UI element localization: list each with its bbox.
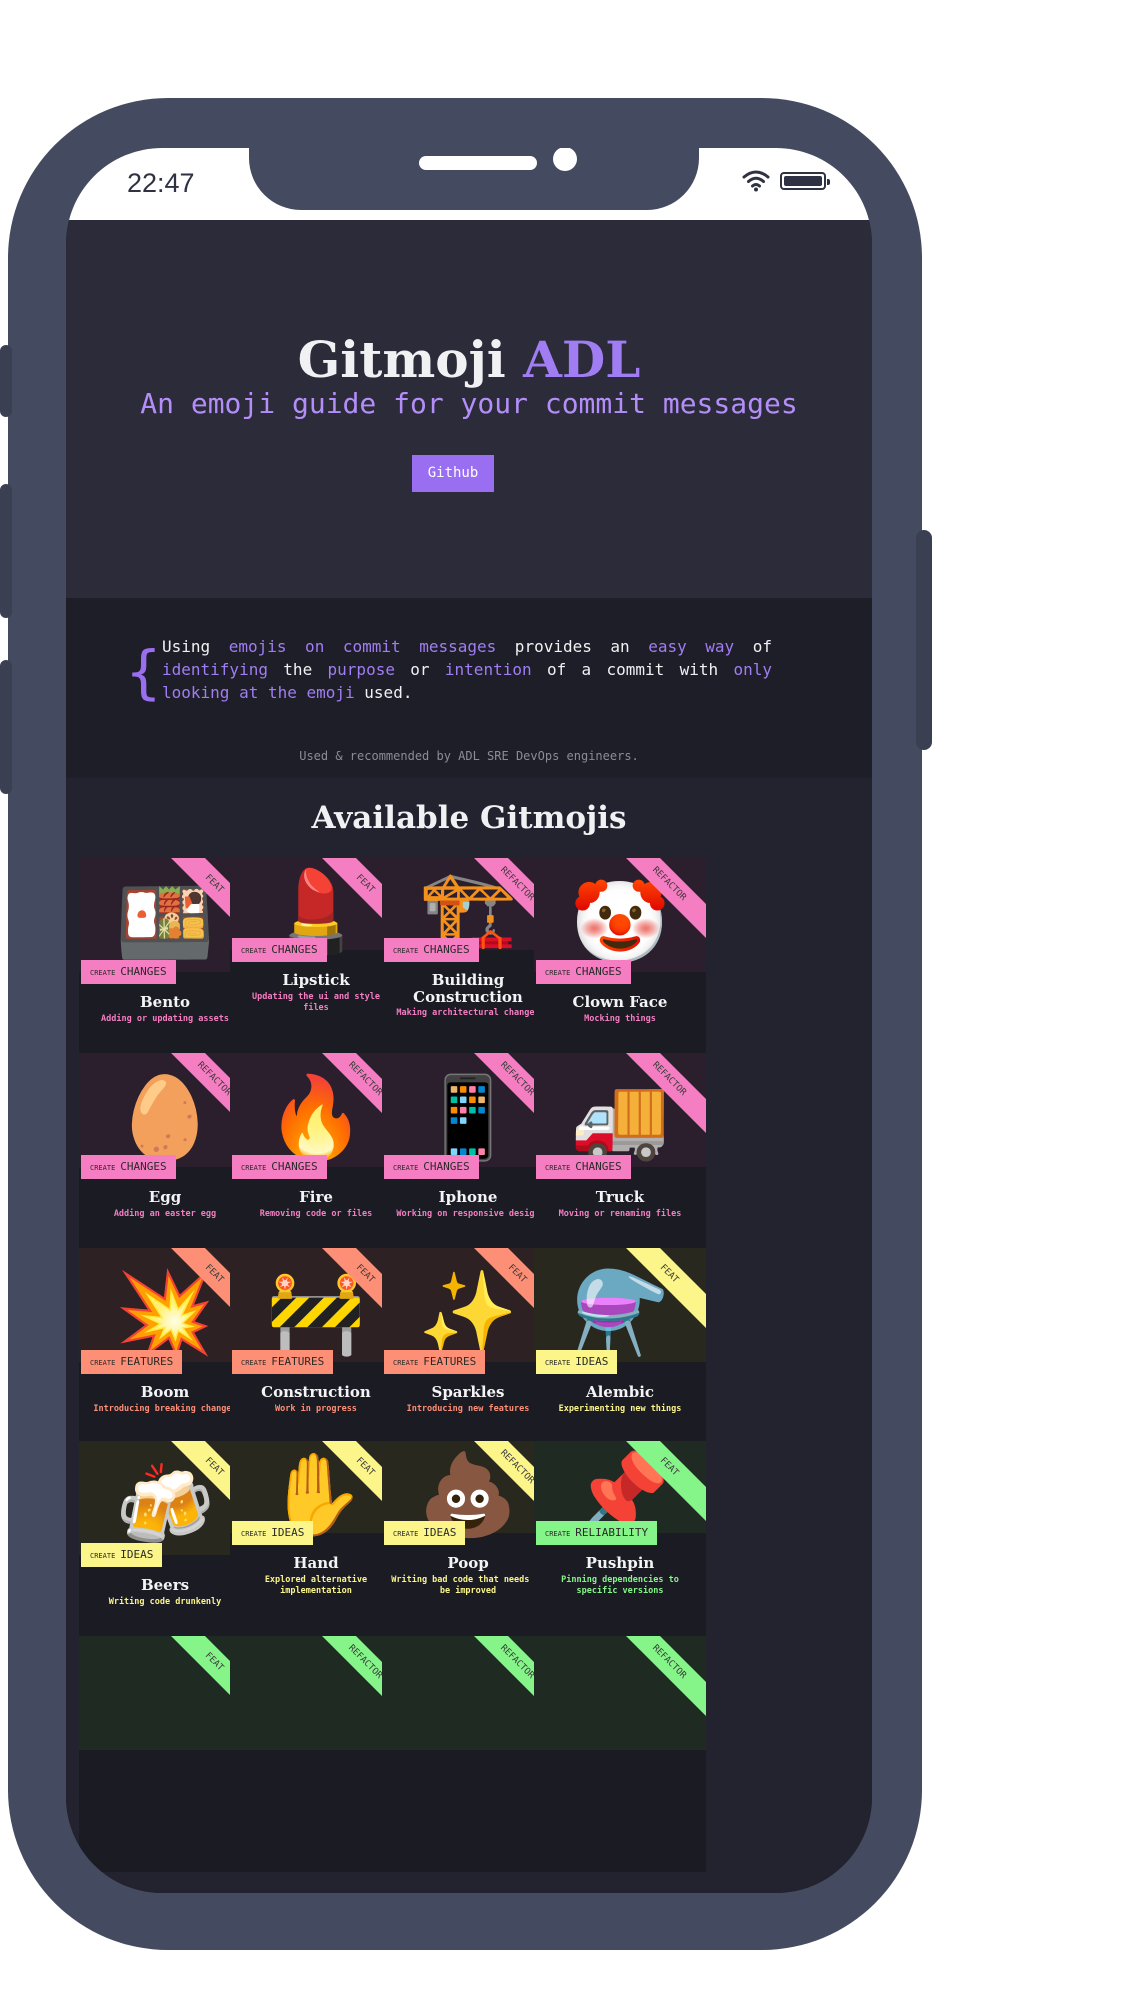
gitmoji-description: Pinning dependencies to specific version… (561, 1575, 679, 1596)
page-subtitle: An emoji guide for your commit messages (140, 387, 798, 420)
category-tag: CREATE CHANGES (384, 1155, 479, 1179)
gitmoji-description: Writing code drunkenly (108, 1597, 222, 1607)
gitmojis-section: Available Gitmojis 🍱 FEAT CREATE CHANGES Ben… (66, 778, 872, 1893)
gitmoji-name: Construction (261, 1383, 371, 1401)
gitmoji-name: Iphone (438, 1188, 498, 1206)
category-tag: CREATE IDEAS (536, 1350, 618, 1374)
emoji-area (534, 1636, 706, 1750)
gitmoji-name: Fire (299, 1188, 333, 1206)
category-tag: CREATE IDEAS (384, 1521, 466, 1545)
category-tag: CREATE CHANGES (232, 1155, 327, 1179)
gitmoji-name: Boom (140, 1383, 190, 1401)
gitmoji-description: Introducing new features (406, 1404, 530, 1414)
category-tag: CREATE IDEAS (81, 1543, 163, 1567)
gitmoji-description: Working on responsive design (396, 1209, 540, 1219)
gitmoji-name: Lipstick (282, 971, 350, 989)
gitmoji-description: Mocking things (584, 1014, 656, 1024)
about-section: { Using emojis on commit messages provid… (66, 598, 872, 778)
gitmoji-name: Truck (595, 1188, 645, 1206)
gitmoji-name: Building Construction (413, 971, 523, 1006)
gitmoji-description: Making architectural changes (396, 1008, 540, 1018)
gitmoji-card[interactable]: REFACTOR (230, 1636, 402, 1872)
gitmoji-description: Introducing breaking changes (93, 1404, 237, 1414)
section-title: Available Gitmojis (311, 800, 627, 836)
category-tag: CREATE RELIABILITY (536, 1521, 658, 1545)
speaker-grille (419, 156, 537, 170)
gitmoji-description: Adding an easter egg (113, 1209, 217, 1219)
category-tag: CREATE FEATURES (81, 1350, 183, 1374)
phone-screen: 22:47 Gitmoji ADL An emoji guide for you… (66, 148, 872, 1893)
battery-icon (780, 172, 830, 190)
volume-up-button (0, 484, 12, 618)
emoji-area (230, 1636, 402, 1750)
emoji-area (382, 1636, 554, 1750)
status-bar: 22:47 (66, 148, 872, 220)
gitmoji-description: Writing bad code that needs to be improv… (391, 1575, 545, 1596)
brace-icon: { (126, 638, 161, 706)
wifi-icon (742, 170, 770, 192)
gitmoji-name: Egg (148, 1188, 182, 1206)
emoji-area (79, 1636, 251, 1750)
gitmoji-description: Removing code or files (259, 1209, 373, 1219)
category-tag: CREATE IDEAS (232, 1521, 314, 1545)
gitmoji-card[interactable]: REFACTOR (382, 1636, 554, 1872)
gitmoji-name: Bento (139, 993, 191, 1011)
gitmoji-description: Experimenting new things (558, 1404, 682, 1414)
category-tag: CREATE FEATURES (384, 1350, 486, 1374)
gitmoji-name: Alembic (585, 1383, 655, 1401)
gitmoji-description: Updating the ui and style files (252, 992, 380, 1013)
gitmoji-name: Hand (293, 1554, 339, 1572)
github-button[interactable]: Github (412, 455, 494, 492)
category-tag: CREATE CHANGES (81, 960, 176, 984)
status-time: 22:47 (127, 168, 195, 198)
gitmoji-name: Beers (140, 1576, 190, 1594)
category-tag: CREATE CHANGES (536, 960, 631, 984)
volume-down-button (0, 660, 12, 794)
hero-header: Gitmoji ADL An emoji guide for your comm… (66, 220, 872, 598)
gitmoji-description: Explored alternative implementation (264, 1575, 368, 1596)
power-button (916, 530, 932, 750)
notch (249, 148, 699, 210)
gitmoji-description: Adding or updating assets (101, 1014, 229, 1024)
category-tag: CREATE FEATURES (232, 1350, 334, 1374)
category-tag: CREATE CHANGES (232, 938, 327, 962)
page-title: Gitmoji ADL (297, 330, 641, 389)
mute-switch (0, 345, 12, 417)
gitmoji-name: Pushpin (585, 1554, 655, 1572)
gitmoji-card[interactable]: REFACTOR (534, 1636, 706, 1872)
gitmoji-description: Moving or renaming files (558, 1209, 682, 1219)
gitmoji-name: Clown Face (572, 993, 668, 1011)
credit-text: Used & recommended by ADL SRE DevOps eng… (299, 749, 639, 763)
category-tag: CREATE CHANGES (81, 1155, 176, 1179)
category-tag: CREATE CHANGES (536, 1155, 631, 1179)
about-text: Using emojis on commit messages provides… (162, 637, 773, 702)
front-camera (553, 148, 577, 171)
category-tag: CREATE CHANGES (384, 938, 479, 962)
gitmoji-description: Work in progress (275, 1404, 357, 1414)
gitmoji-name: Poop (447, 1554, 489, 1572)
gitmoji-card[interactable]: FEAT (79, 1636, 251, 1872)
gitmoji-name: Sparkles (431, 1383, 505, 1401)
